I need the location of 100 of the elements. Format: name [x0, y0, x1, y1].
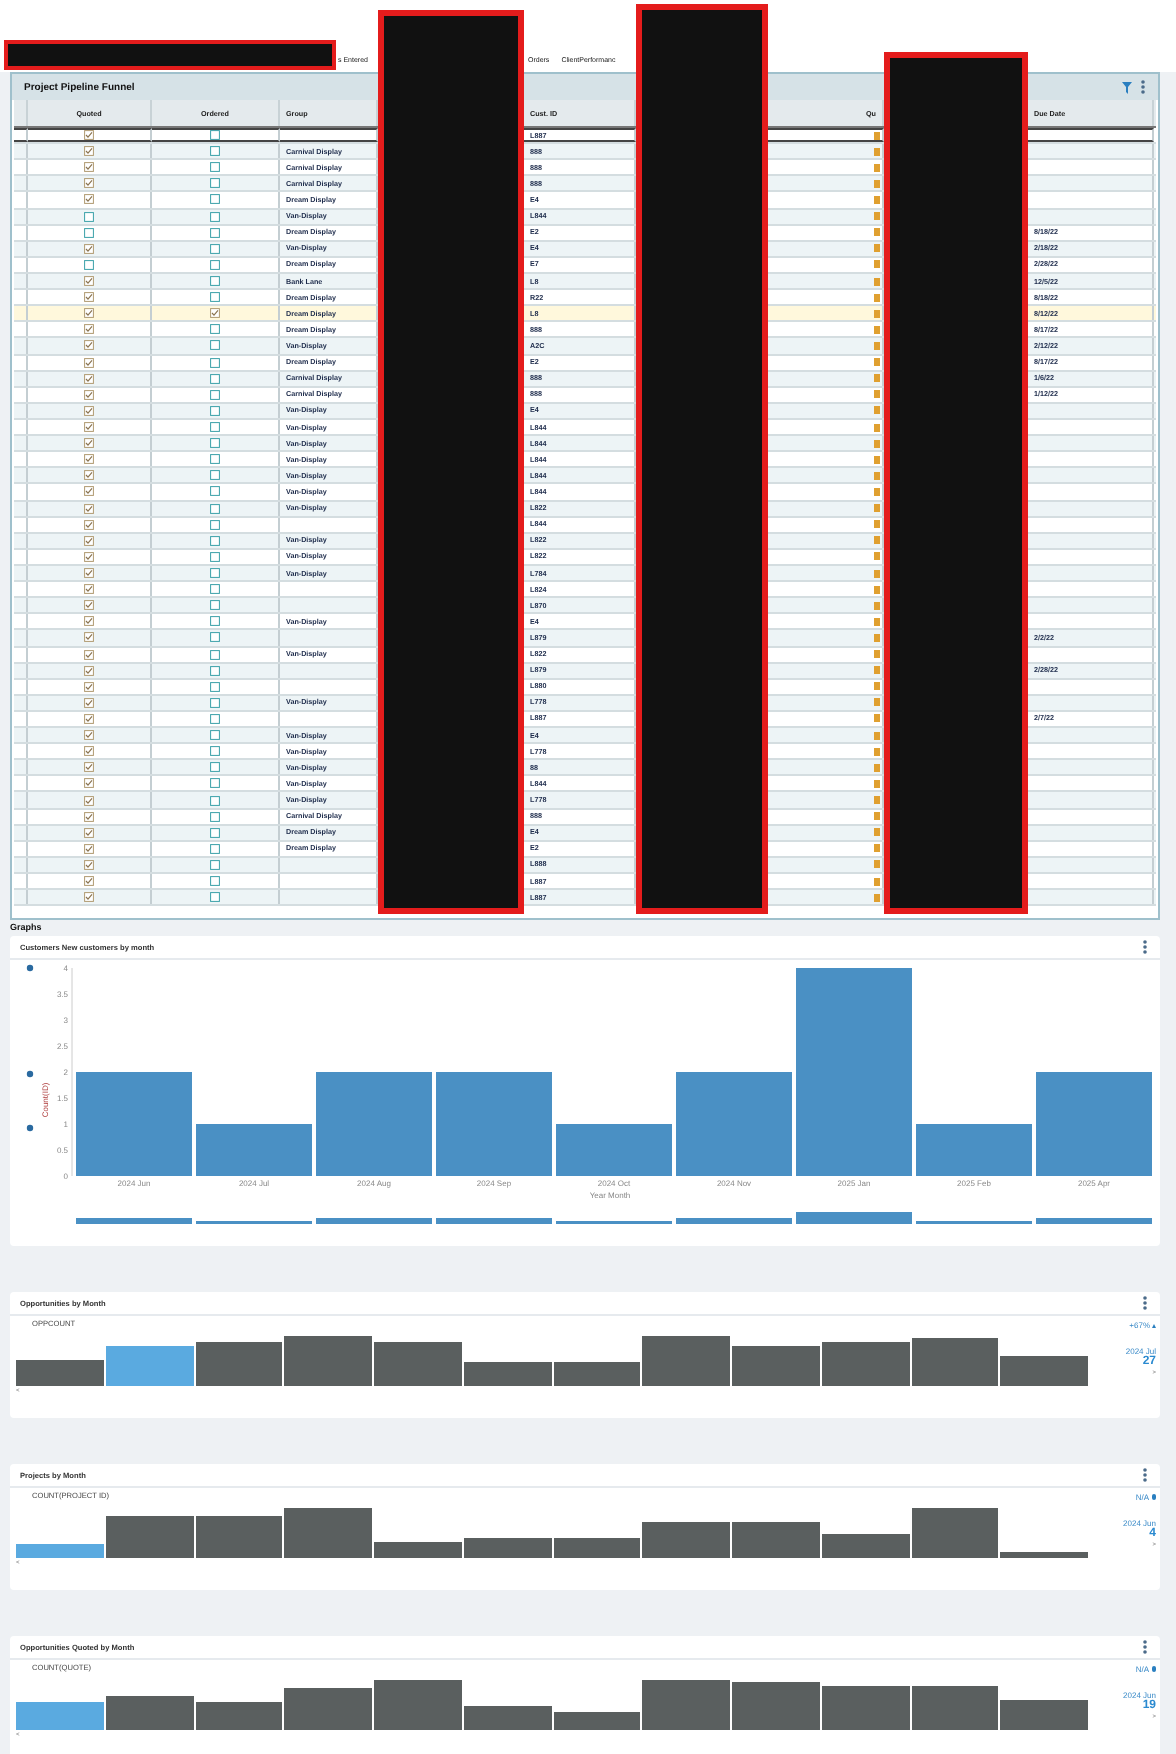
checkbox[interactable] — [84, 665, 94, 676]
checkbox[interactable] — [210, 697, 220, 708]
checkbox[interactable] — [210, 324, 220, 335]
checkbox[interactable] — [210, 276, 220, 287]
checkbox[interactable] — [210, 778, 220, 789]
checkbox[interactable] — [210, 535, 220, 546]
checkbox[interactable] — [84, 292, 94, 303]
checkbox[interactable] — [210, 194, 220, 205]
checkbox[interactable] — [84, 649, 94, 660]
bar[interactable] — [374, 1341, 462, 1386]
more-icon[interactable] — [1142, 940, 1148, 954]
checkbox[interactable] — [210, 632, 220, 643]
bar[interactable] — [911, 1508, 999, 1558]
checkbox[interactable] — [84, 632, 94, 643]
bar[interactable] — [374, 1541, 462, 1558]
checkbox[interactable] — [84, 422, 94, 433]
checkbox[interactable] — [84, 194, 94, 205]
checkbox[interactable] — [210, 746, 220, 757]
checkbox[interactable] — [84, 373, 94, 384]
bar[interactable] — [463, 1537, 551, 1558]
checkbox[interactable] — [210, 827, 220, 838]
checkbox[interactable] — [210, 730, 220, 741]
checkbox[interactable] — [84, 470, 94, 481]
checkbox[interactable] — [84, 778, 94, 789]
bar[interactable] — [463, 1361, 551, 1386]
checkbox[interactable] — [210, 859, 220, 870]
checkbox[interactable] — [84, 519, 94, 530]
checkbox[interactable] — [210, 568, 220, 578]
filter-icon[interactable] — [1122, 81, 1132, 93]
checkbox[interactable] — [210, 892, 220, 903]
checkbox[interactable] — [84, 227, 94, 238]
checkbox[interactable] — [210, 665, 220, 676]
checkbox[interactable] — [84, 746, 94, 757]
checkbox[interactable] — [210, 762, 220, 773]
checkbox[interactable] — [210, 422, 220, 433]
checkbox[interactable] — [210, 146, 220, 157]
checkbox[interactable] — [84, 681, 94, 692]
checkbox[interactable] — [210, 340, 220, 351]
checkbox[interactable] — [210, 178, 220, 189]
checkbox[interactable] — [84, 324, 94, 335]
checkbox[interactable] — [210, 389, 220, 400]
bar[interactable] — [911, 1337, 999, 1386]
checkbox[interactable] — [84, 178, 94, 189]
bar[interactable] — [195, 1702, 283, 1730]
checkbox[interactable] — [210, 259, 220, 270]
bar[interactable] — [463, 1705, 551, 1730]
checkbox[interactable] — [84, 243, 94, 254]
checkbox[interactable] — [210, 357, 220, 368]
bar[interactable] — [553, 1537, 641, 1558]
bar[interactable] — [821, 1533, 909, 1558]
checkbox[interactable] — [84, 211, 94, 222]
bar[interactable] — [553, 1711, 641, 1730]
checkbox[interactable] — [84, 697, 94, 708]
checkbox[interactable] — [210, 130, 220, 141]
checkbox[interactable] — [210, 454, 220, 465]
checkbox[interactable] — [84, 859, 94, 870]
checkbox[interactable] — [84, 827, 94, 838]
bar[interactable] — [1000, 1551, 1088, 1558]
checkbox[interactable] — [84, 259, 94, 270]
checkbox[interactable] — [210, 649, 220, 660]
checkbox[interactable] — [84, 616, 94, 627]
bar[interactable] — [911, 1685, 999, 1730]
checkbox[interactable] — [210, 292, 220, 303]
checkbox[interactable] — [210, 227, 220, 238]
checkbox[interactable] — [210, 438, 220, 449]
checkbox[interactable] — [210, 600, 220, 611]
checkbox[interactable] — [84, 876, 94, 887]
checkbox[interactable] — [84, 584, 94, 595]
checkbox[interactable] — [84, 730, 94, 741]
checkbox[interactable] — [210, 211, 220, 222]
bar[interactable] — [553, 1361, 641, 1386]
checkbox[interactable] — [84, 308, 94, 319]
checkbox[interactable] — [84, 535, 94, 546]
more-icon[interactable] — [1142, 1468, 1148, 1482]
checkbox[interactable] — [84, 843, 94, 854]
checkbox[interactable] — [84, 276, 94, 287]
checkbox[interactable] — [84, 892, 94, 903]
checkbox[interactable] — [84, 454, 94, 465]
checkbox[interactable] — [84, 357, 94, 368]
checkbox[interactable] — [210, 373, 220, 384]
checkbox[interactable] — [84, 762, 94, 773]
bar[interactable] — [732, 1345, 820, 1386]
checkbox[interactable] — [210, 243, 220, 254]
checkbox[interactable] — [84, 389, 94, 400]
bar[interactable] — [195, 1341, 283, 1386]
checkbox[interactable] — [210, 584, 220, 595]
checkbox[interactable] — [210, 470, 220, 481]
checkbox[interactable] — [84, 340, 94, 351]
checkbox[interactable] — [210, 519, 220, 530]
bar[interactable] — [821, 1341, 909, 1386]
checkbox[interactable] — [210, 551, 220, 562]
checkbox[interactable] — [84, 811, 94, 822]
checkbox[interactable] — [210, 486, 220, 497]
more-icon[interactable] — [1140, 80, 1146, 94]
checkbox[interactable] — [210, 405, 220, 416]
checkbox[interactable] — [210, 795, 220, 806]
checkbox[interactable] — [210, 681, 220, 692]
checkbox[interactable] — [84, 551, 94, 562]
bar[interactable] — [16, 1359, 104, 1386]
checkbox[interactable] — [210, 308, 220, 319]
